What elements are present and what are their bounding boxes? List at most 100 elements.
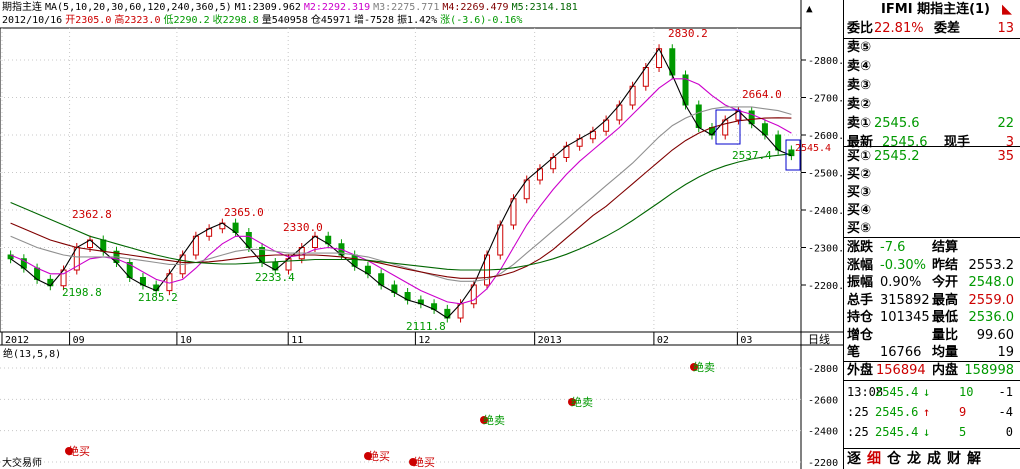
corner-icon[interactable]: ◣ [1002,0,1012,19]
ann-2365: 2365.0 [224,206,264,219]
svg-text:绝卖: 绝卖 [693,360,715,374]
scroll-up-icon[interactable]: ▲ [806,2,813,15]
month-label: 03 [740,335,752,346]
quote-panel: IFMI 期指主连(1) ◣ 委比 22.81% 委差 13 卖⑤ 卖④ 卖③ … [843,0,1020,469]
sell2-row[interactable]: 卖② [844,95,1020,114]
buy1-row[interactable]: 买① 2545.2 35 [844,147,1020,166]
month-label: 10 [180,335,192,346]
ma1-value: M1:2309.962 [234,2,301,13]
tick-price: 2545.4 [875,385,919,399]
stat-row: 笔 16766 均量 19 [844,343,1020,362]
stat-row: 持仓 101345 最低 2536.0 [844,308,1020,327]
quote-title: IFMI 期指主连(1) [881,2,990,17]
stat-row: 振幅 0.90% 今开 2548.0 [844,273,1020,292]
svg-text:绝卖: 绝卖 [483,413,505,427]
stat-value: 0.90% [880,275,922,290]
sell4-label: 卖④ [847,59,872,74]
stat-label: 增仓 [847,327,874,343]
bar-amplitude: 振1.42% [397,15,438,26]
tick-volume: 9 [959,405,967,419]
stat-label-2: 最高 [932,292,959,308]
month-label: 2013 [538,335,562,346]
bar-change: 涨(-3.6)-0.16% [440,15,523,26]
quote-tab[interactable]: 逐 [844,449,864,469]
stat-label: 涨幅 [847,257,874,273]
quote-tab[interactable]: 财 [944,449,964,469]
quote-title-row: IFMI 期指主连(1) ◣ [844,0,1020,19]
stat-label-2: 最低 [932,310,959,325]
price-tick-label: -2200.0 [808,281,843,292]
buy3-label: 买③ [847,185,872,200]
weicha-value: 13 [997,21,1014,36]
ann-2362: 2362.8 [72,208,112,221]
sell3-row[interactable]: 卖③ [844,76,1020,95]
sell1-label: 卖① [847,116,872,131]
stat-label-2: 结算 [932,240,959,255]
stat-value: 315892 [880,292,930,308]
price-tick-label: -2600.0 [808,131,843,142]
buy3-row[interactable]: 买③ [844,183,1020,202]
indicator-tick-label: -2600 [808,395,838,406]
stat-label: 总手 [847,292,874,308]
ann-2664: 2664.0 [742,88,782,101]
quote-tab[interactable]: 龙 [904,449,924,469]
sell2-label: 卖② [847,97,872,112]
ma4-value: M4:2269.479 [442,2,509,13]
buy1-price: 2545.2 [874,149,920,164]
bar-oi: 仓45971 [310,15,351,26]
sell1-row[interactable]: 卖① 2545.6 22 [844,114,1020,133]
price-tick-label: -2300.0 [808,244,843,255]
stat-value: -0.30% [880,257,926,273]
quote-tab[interactable]: 解 [964,449,984,469]
svg-text:绝卖: 绝卖 [571,395,593,409]
quote-tab[interactable]: 细 [864,449,884,469]
stat-value-2: 99.60 [976,327,1014,343]
ann-2185: 2185.2 [138,291,178,304]
buy5-row[interactable]: 买⑤ [844,219,1020,238]
stat-value: 16766 [880,345,922,360]
ma5-value: M5:2314.181 [511,2,578,13]
sell1-price: 2545.6 [874,116,920,131]
tick-change: -4 [998,405,1013,419]
sell5-label: 卖⑤ [847,40,872,55]
ann-2830: 2830.2 [668,27,708,40]
month-label: 11 [291,335,303,346]
tick-row: :25 2545.4 ↓ 5 0 [847,424,1017,440]
sell4-row[interactable]: 卖④ [844,57,1020,76]
main-chart[interactable]: -2800.0 -2700.0 -2600.0 -2500.0 -2400.0 -2300… [0,0,843,469]
sell1-qty: 22 [997,116,1014,131]
stat-value: 101345 [880,310,930,325]
price-tick-label: -2500.0 [808,169,843,180]
quote-tab[interactable]: 成 [924,449,944,469]
instrument-name: 期指主连 [2,2,42,13]
quote-tab[interactable]: 仓 [884,449,904,469]
stat-label: 持仓 [847,310,874,325]
buy5-label: 买⑤ [847,221,872,236]
outer-value: 156894 [876,363,926,378]
bar-date: 2012/10/16 [2,15,63,26]
tick-arrow: ↓ [923,425,931,439]
tick-row: :25 2545.6 ↑ 9 -4 [847,404,1017,420]
month-label: 09 [73,335,85,346]
month-label: 12 [418,335,430,346]
stat-row: 增仓 量比 99.60 [844,326,1020,345]
log-label: 日线 [808,332,830,346]
header-line-1: 期指主连 MA(5,10,20,30,60,120,240,360,5) M1:23… [2,2,581,14]
indicator-tick-label: -2200 [808,458,838,469]
sell5-row[interactable]: 卖⑤ [844,38,1020,57]
buy1-qty: 35 [997,149,1014,164]
stat-value: -7.6 [880,240,906,255]
price-tick-label: -2800.0 [808,56,843,67]
bottom-label: 大交易师 [2,456,42,469]
stat-label-2: 量比 [932,327,959,343]
sell-signal: 绝卖 [690,360,715,374]
stat-label-2: 昨结 [932,257,959,273]
ma2-value: M2:2292.319 [303,2,371,13]
buy-signal: 绝买 [409,455,435,469]
buy2-row[interactable]: 买② [844,165,1020,184]
tick-change: 0 [1005,425,1013,439]
buy4-row[interactable]: 买④ [844,201,1020,220]
tick-row: 13:08 2545.4 ↓ 10 -1 [847,384,1017,400]
bar-low: 低2290.2 [163,15,210,26]
stat-label: 振幅 [847,275,874,290]
